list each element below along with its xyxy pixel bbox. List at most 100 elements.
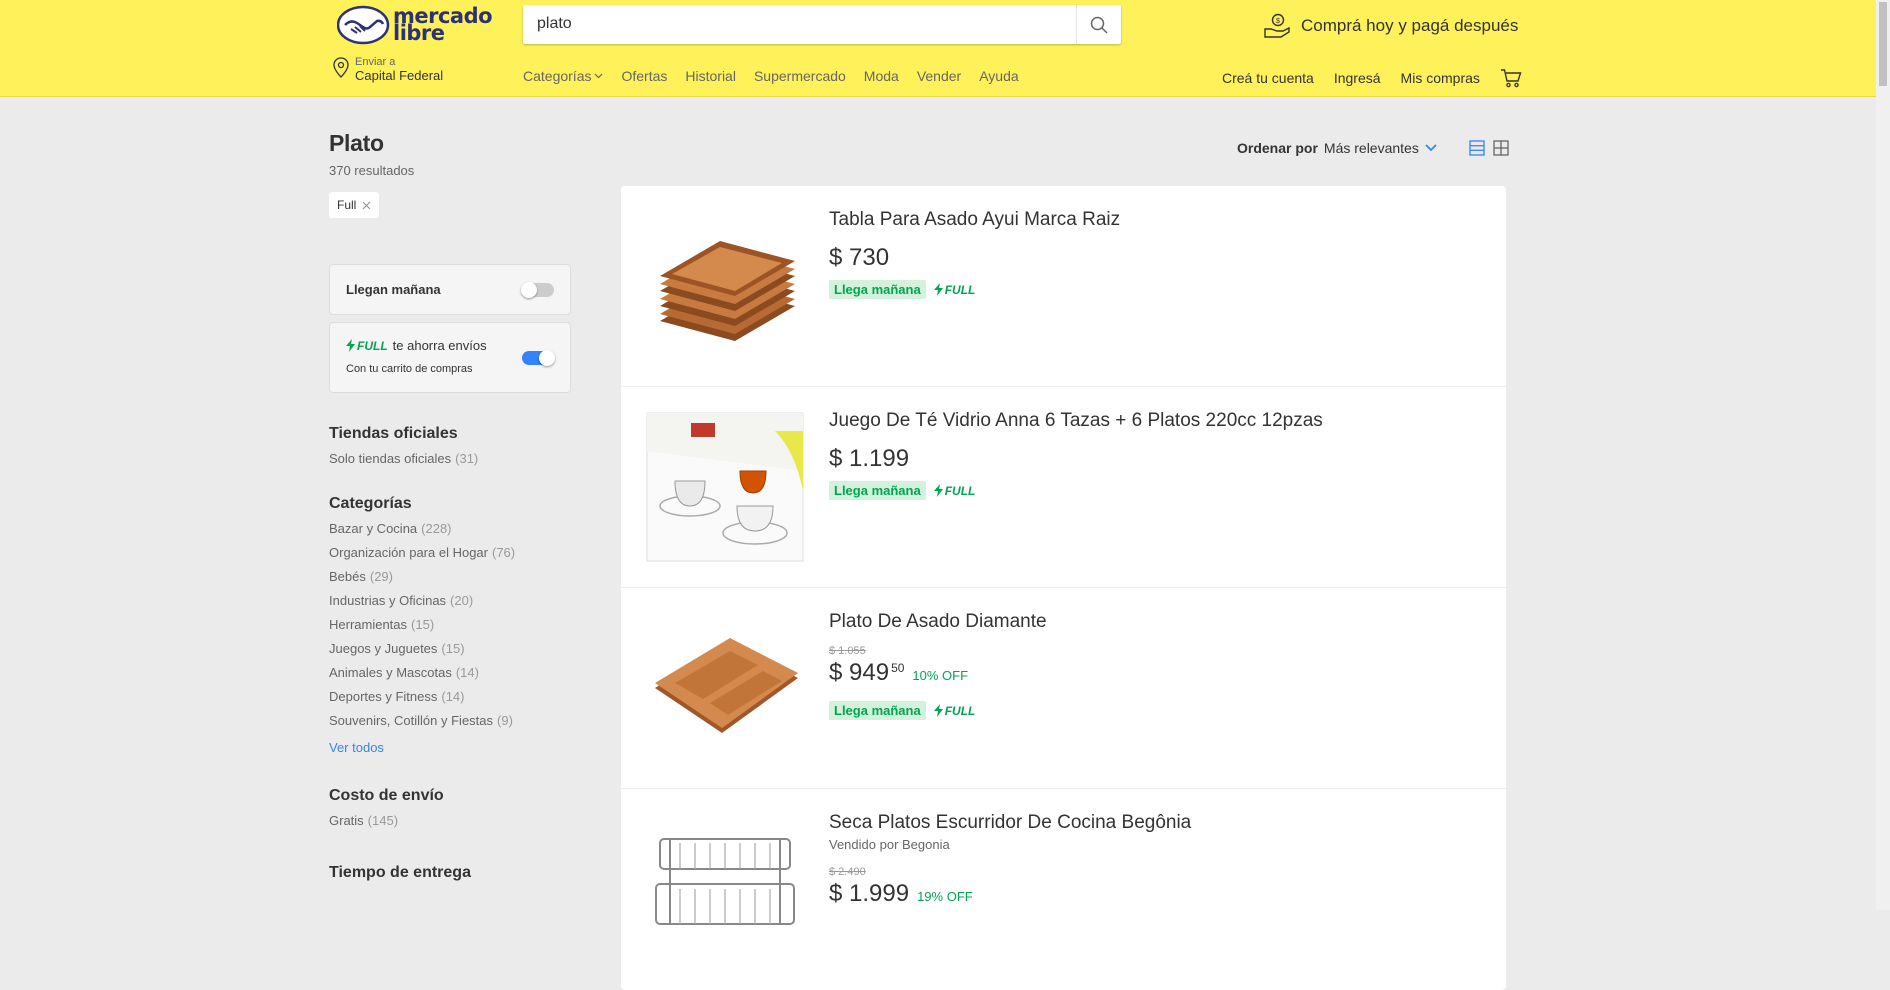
filter-item[interactable]: Organización para el Hogar (76) [329, 545, 571, 561]
cutting-board-image [655, 638, 798, 733]
toggle-knob [521, 282, 537, 298]
full-badge: FULL [933, 484, 975, 498]
grid-view-icon[interactable] [1493, 140, 1509, 156]
nav-ofertas[interactable]: Ofertas [621, 68, 667, 84]
hand-coin-icon: $ [1264, 13, 1290, 38]
discount-badge: 10% OFF [912, 668, 969, 683]
create-account-link[interactable]: Creá tu cuenta [1222, 70, 1314, 86]
product-image[interactable] [645, 210, 805, 362]
product-price: $ 730 [829, 244, 890, 271]
filter-item[interactable]: Gratis (145) [329, 813, 571, 829]
filter-section-envio: Costo de envío Gratis (145) [329, 787, 571, 829]
seller-name: Vendido por Begonia [829, 837, 950, 852]
full-toggle[interactable] [522, 350, 555, 366]
list-item[interactable]: Plato De Asado Diamante $ 1.055 $ 949 50 1… [621, 588, 1506, 789]
full-text: FULL [944, 703, 976, 718]
filter-item[interactable]: Bebés (29) [329, 569, 571, 585]
promo-banner[interactable]: $ Comprá hoy y pagá después [1263, 13, 1518, 39]
search-icon [1090, 16, 1108, 34]
nav-supermercado[interactable]: Supermercado [754, 68, 846, 84]
filter-count: (15) [411, 617, 435, 632]
filter-item[interactable]: Bazar y Cocina (228) [329, 521, 571, 537]
toggle-knob [539, 350, 555, 366]
product-price: $ 949 [829, 659, 890, 686]
location-pin-icon [333, 57, 349, 78]
section-title: Tiendas oficiales [329, 425, 458, 442]
product-title[interactable]: Seca Platos Escurridor De Cocina Begônia [829, 812, 1191, 834]
delivery-badge: Llega mañana [829, 280, 926, 299]
nav-categories[interactable]: Categorías [523, 68, 603, 84]
original-price: $ 1.055 [829, 645, 866, 657]
list-item[interactable]: Tabla Para Asado Ayui Marca Raiz $ 730 L… [621, 186, 1506, 387]
filter-count: (14) [441, 689, 465, 704]
full-text: FULL [944, 282, 976, 297]
nav-moda[interactable]: Moda [864, 68, 899, 84]
search-bar [523, 5, 1121, 44]
filter-section-tiendas: Tiendas oficiales Solo tiendas oficiales… [329, 425, 571, 467]
list-view-icon[interactable] [1469, 140, 1485, 156]
scrollbar[interactable] [1876, 0, 1890, 910]
cart-icon[interactable] [1500, 68, 1522, 88]
price-cents: 50 [891, 661, 905, 675]
chevron-down-icon [1425, 144, 1437, 152]
filter-item[interactable]: Solo tiendas oficiales (31) [329, 451, 571, 467]
nav-label: Categorías [523, 68, 592, 84]
filter-count: (76) [491, 545, 516, 560]
nav-ayuda[interactable]: Ayuda [979, 68, 1018, 84]
toggle-sublabel: Con tu carrito de compras [346, 363, 473, 375]
full-badge: FULL [346, 339, 388, 353]
applied-filter-chip[interactable]: Full [329, 192, 380, 218]
list-item[interactable]: Juego De Té Vidrio Anna 6 Tazas + 6 Plat… [621, 387, 1506, 588]
filter-item[interactable]: Deportes y Fitness (14) [329, 689, 571, 705]
filter-item[interactable]: Juegos y Juguetes (15) [329, 641, 571, 657]
product-image[interactable] [645, 612, 805, 764]
filter-item[interactable]: Souvenirs, Cotillón y Fiestas (9) [329, 713, 571, 729]
filter-count: (145) [367, 813, 399, 828]
delivery-location[interactable]: Enviar a Capital Federal [333, 57, 443, 84]
chevron-down-icon [595, 73, 603, 79]
filter-item[interactable]: Animales y Mascotas (14) [329, 665, 571, 681]
tea-set-image [646, 412, 804, 562]
scrollbar-thumb[interactable] [1879, 2, 1887, 86]
mercadolibre-logo[interactable]: mercado libre [336, 5, 493, 45]
sort-bar: Ordenar por Más relevantes [1237, 140, 1509, 156]
filter-label: Juegos y Juguetes [329, 641, 438, 656]
location-value: Capital Federal [355, 68, 444, 83]
filter-label: Bebés [329, 569, 366, 584]
search-button[interactable] [1076, 5, 1121, 44]
sort-value: Más relevantes [1323, 140, 1419, 156]
section-title: Categorías [329, 495, 412, 512]
filter-label: Solo tiendas oficiales [329, 451, 452, 466]
list-item[interactable]: Seca Platos Escurridor De Cocina Begônia… [621, 789, 1506, 990]
search-input[interactable] [537, 15, 1077, 33]
login-link[interactable]: Ingresá [1334, 70, 1381, 86]
nav-vender[interactable]: Vender [917, 68, 961, 84]
product-title[interactable]: Plato De Asado Diamante [829, 611, 1047, 633]
see-all-link[interactable]: Ver todos [329, 740, 571, 755]
product-price: $ 1.199 [829, 445, 910, 472]
location-label: Enviar a [355, 56, 396, 68]
delivery-badge: Llega mañana [829, 481, 926, 500]
my-purchases-link[interactable]: Mis compras [1401, 70, 1480, 86]
llegan-manana-toggle[interactable] [521, 282, 554, 298]
product-image[interactable] [645, 813, 805, 965]
filter-item[interactable]: Industrias y Oficinas (20) [329, 593, 571, 609]
product-image[interactable] [645, 411, 805, 563]
filter-item[interactable]: Herramientas (15) [329, 617, 571, 633]
filter-count: (14) [455, 665, 479, 680]
product-price: $ 1.999 [829, 880, 910, 907]
filter-count: (29) [369, 569, 393, 584]
product-title[interactable]: Juego De Té Vidrio Anna 6 Tazas + 6 Plat… [829, 410, 1323, 432]
filter-label: Souvenirs, Cotillón y Fiestas [329, 713, 494, 728]
close-icon[interactable] [362, 201, 371, 210]
promo-text: Comprá hoy y pagá después [1301, 16, 1519, 35]
filter-label: Industrias y Oficinas [329, 593, 447, 608]
chip-label: Full [337, 198, 357, 212]
lightning-icon [346, 339, 355, 352]
nav-historial[interactable]: Historial [685, 68, 736, 84]
filter-section-categorias: Categorías Bazar y Cocina (228) Organizac… [329, 495, 571, 755]
full-badge: FULL [933, 703, 976, 718]
product-title[interactable]: Tabla Para Asado Ayui Marca Raiz [829, 209, 1120, 231]
original-price: $ 2.490 [829, 866, 866, 878]
sort-dropdown[interactable]: Más relevantes [1324, 140, 1437, 156]
